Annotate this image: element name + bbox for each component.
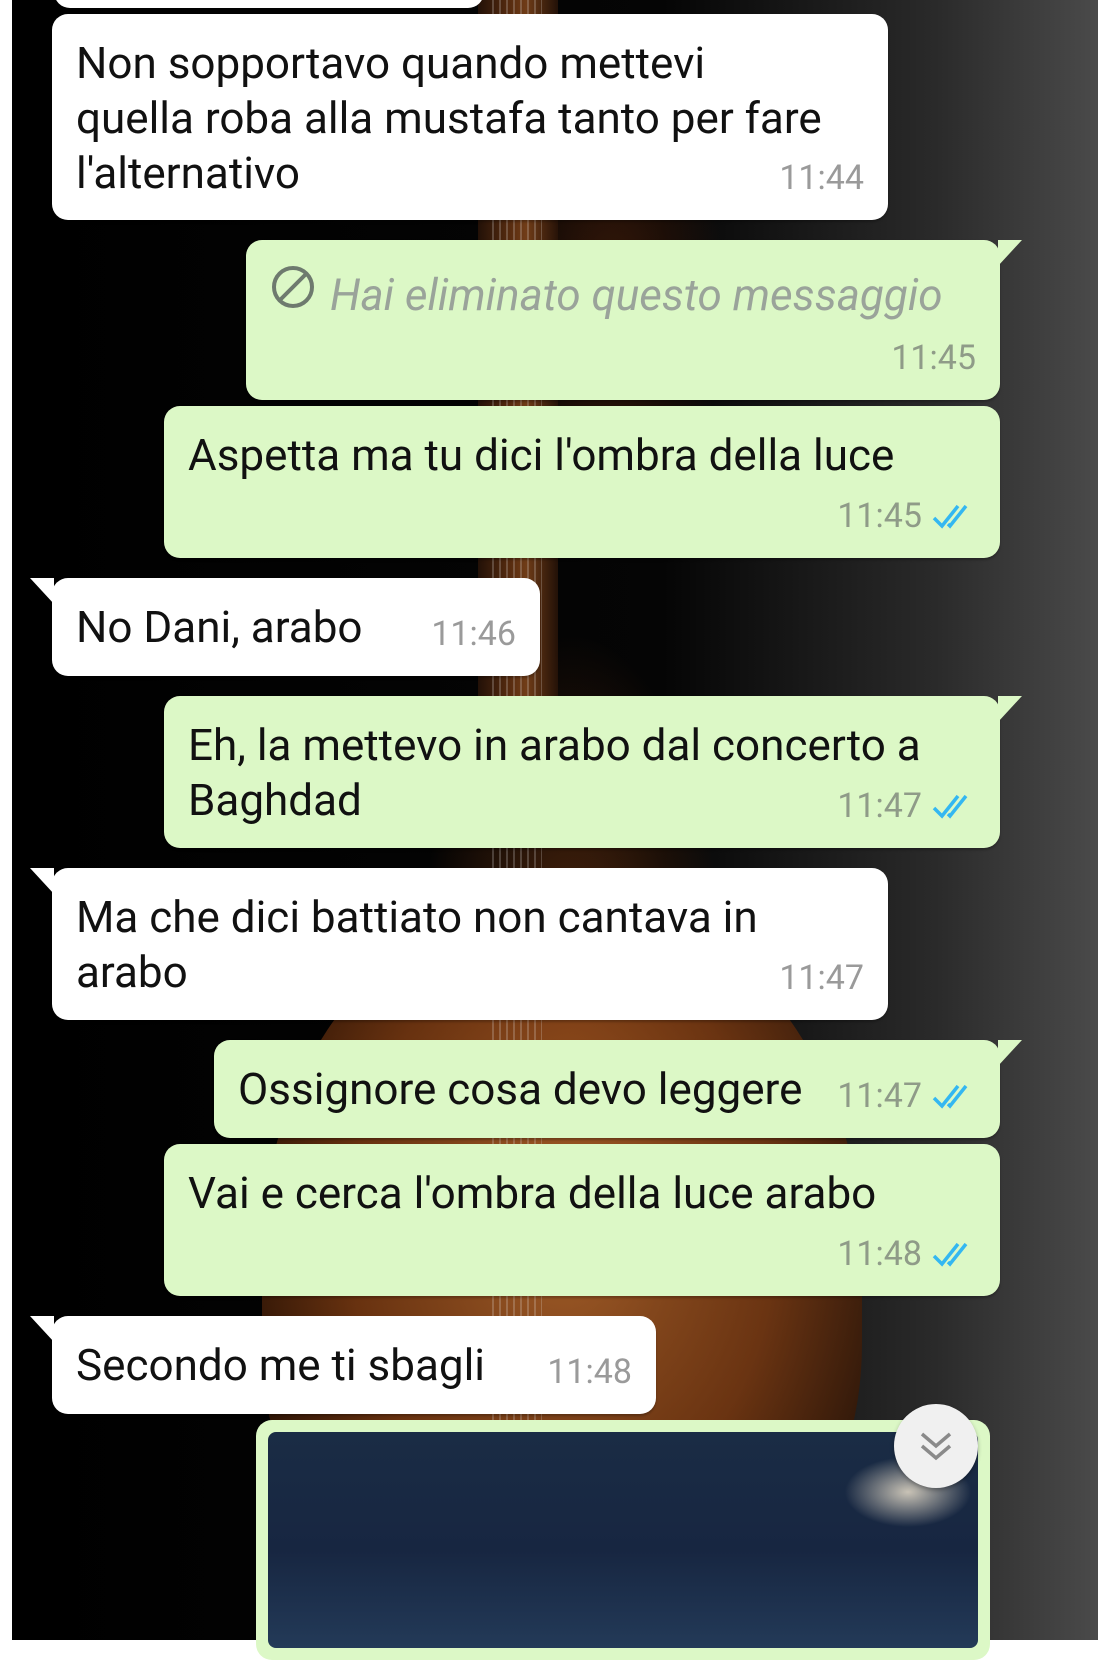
message-text: Non sopportavo quando mettevi quella rob… xyxy=(76,37,822,199)
message-incoming[interactable]: Non sopportavo quando mettevi quella rob… xyxy=(52,14,888,220)
message-outgoing-image[interactable] xyxy=(256,1420,990,1660)
message-text: Vai e cerca l'ombra della luce arabo xyxy=(188,1167,877,1219)
message-meta: 11:46 xyxy=(431,607,516,662)
previous-message-stub xyxy=(54,0,484,8)
message-time: 11:46 xyxy=(431,614,516,654)
message-incoming[interactable]: No Dani, arabo 11:46 xyxy=(30,578,540,676)
message-meta: 11:47 xyxy=(779,951,864,1006)
message-text: Secondo me ti sbagli xyxy=(76,1339,485,1391)
message-outgoing[interactable]: Aspetta ma tu dici l'ombra della luce 11… xyxy=(164,406,1000,558)
message-meta: 11:44 xyxy=(779,151,864,206)
message-time: 11:47 xyxy=(837,1076,922,1116)
scroll-down-button[interactable] xyxy=(894,1404,978,1488)
message-time: 11:44 xyxy=(779,158,864,198)
deleted-message-text: Hai eliminato questo messaggio xyxy=(330,269,943,321)
chevron-double-down-icon xyxy=(920,1432,952,1461)
message-meta: 11:45 xyxy=(837,489,976,544)
block-icon xyxy=(272,266,314,308)
message-time: 11:45 xyxy=(891,338,976,378)
message-meta: 11:45 xyxy=(891,331,976,386)
message-text: No Dani, arabo xyxy=(76,601,363,653)
double-check-icon xyxy=(932,1084,968,1109)
message-incoming[interactable]: Ma che dici battiato non cantava in arab… xyxy=(30,868,888,1020)
message-time: 11:47 xyxy=(837,786,922,826)
message-time: 11:45 xyxy=(837,496,922,536)
double-check-icon xyxy=(932,504,968,529)
message-time: 11:47 xyxy=(779,958,864,998)
message-text: Ossignore cosa devo leggere xyxy=(238,1063,803,1115)
message-text: Aspetta ma tu dici l'ombra della luce xyxy=(188,429,895,481)
message-meta: 11:47 xyxy=(837,779,976,834)
message-incoming[interactable]: Secondo me ti sbagli 11:48 xyxy=(30,1316,656,1414)
double-check-icon xyxy=(932,794,968,819)
message-meta: 11:48 xyxy=(547,1345,632,1400)
message-outgoing[interactable]: Vai e cerca l'ombra della luce arabo 11:… xyxy=(164,1144,1000,1296)
message-meta: 11:47 xyxy=(837,1069,976,1124)
message-text: Ma che dici battiato non cantava in arab… xyxy=(76,891,758,998)
message-outgoing[interactable]: Eh, la mettevo in arabo dal concerto a B… xyxy=(164,696,1022,848)
message-outgoing[interactable]: Ossignore cosa devo leggere 11:47 xyxy=(214,1040,1022,1138)
message-outgoing-deleted[interactable]: Hai eliminato questo messaggio 11:45 xyxy=(246,240,1022,400)
message-meta: 11:48 xyxy=(837,1227,976,1282)
image-thumbnail[interactable] xyxy=(268,1432,978,1648)
message-time: 11:48 xyxy=(547,1352,632,1392)
double-check-icon xyxy=(932,1242,968,1267)
message-time: 11:48 xyxy=(837,1234,922,1274)
message-text: Eh, la mettevo in arabo dal concerto a B… xyxy=(188,719,921,826)
